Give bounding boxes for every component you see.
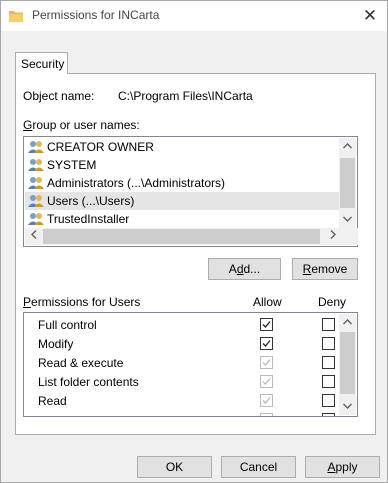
- add-button[interactable]: Add...: [208, 258, 281, 280]
- user-group-icon: [28, 195, 44, 207]
- ok-button[interactable]: OK: [137, 456, 212, 478]
- allow-checkbox[interactable]: [260, 413, 273, 416]
- close-button[interactable]: ✕: [357, 4, 383, 28]
- deny-checkbox[interactable]: [322, 337, 335, 350]
- scroll-left-icon[interactable]: [25, 228, 42, 245]
- permissions-vscroll[interactable]: [339, 314, 356, 415]
- object-name-label: Object name:: [23, 89, 95, 103]
- deny-checkbox[interactable]: [322, 356, 335, 369]
- allow-checkbox[interactable]: [260, 337, 273, 350]
- group-names-label-rest: roup or user names:: [32, 118, 140, 132]
- allow-checkbox[interactable]: [260, 318, 273, 331]
- user-listbox[interactable]: CREATOR OWNER SYSTEM Administrators (...\A…: [23, 136, 358, 247]
- permission-name: Read & execute: [38, 356, 124, 370]
- user-list-item[interactable]: SYSTEM: [25, 156, 340, 174]
- user-list-item-label: CREATOR OWNER: [47, 140, 154, 154]
- permission-name: Read: [38, 394, 67, 408]
- deny-checkbox[interactable]: [322, 394, 335, 407]
- deny-checkbox[interactable]: [322, 318, 335, 331]
- close-icon: ✕: [362, 6, 378, 25]
- permission-row: Read: [24, 391, 339, 410]
- permission-name: List folder contents: [38, 375, 139, 389]
- user-group-icon: [28, 177, 44, 189]
- allow-header: Allow: [253, 295, 282, 309]
- user-list-item[interactable]: Users (...\Users): [25, 192, 340, 210]
- permission-row: List folder contents: [24, 372, 339, 391]
- permission-name: Modify: [38, 337, 74, 351]
- cancel-button-label: Cancel: [239, 460, 278, 474]
- permission-row: Full control: [24, 315, 339, 334]
- tab-security[interactable]: Security: [15, 52, 68, 74]
- group-names-label-accel: G: [23, 118, 33, 132]
- remove-button[interactable]: Remove: [292, 258, 358, 280]
- deny-header: Deny: [318, 295, 347, 309]
- allow-checkbox[interactable]: [260, 375, 273, 388]
- apply-button-label: Apply: [327, 460, 358, 474]
- remove-button-label: Remove: [302, 262, 348, 276]
- permissions-vscroll-thumb[interactable]: [340, 332, 355, 394]
- user-list-vscroll[interactable]: [339, 138, 356, 228]
- scroll-down-icon[interactable]: [339, 211, 356, 228]
- folder-icon: [9, 11, 23, 22]
- user-list-item-label: Users (...\Users): [47, 194, 135, 208]
- permissions-label: Permissions for Users: [23, 295, 141, 309]
- permissions-list[interactable]: Full control Modify Read & execute List fol…: [23, 312, 358, 417]
- tab-security-label: Security: [21, 57, 65, 71]
- user-group-icon: [28, 213, 44, 225]
- scroll-right-icon[interactable]: [324, 228, 341, 245]
- permission-row: Modify: [24, 334, 339, 353]
- permission-row-partial: [24, 410, 339, 416]
- permissions-dialog: Permissions for INCarta ✕ Security Objec…: [0, 0, 388, 483]
- group-names-label: Group or user names:: [23, 118, 140, 132]
- title-bar[interactable]: Permissions for INCarta ✕: [1, 1, 387, 31]
- user-list-item[interactable]: TrustedInstaller: [25, 210, 340, 228]
- user-list-vscroll-thumb[interactable]: [340, 158, 355, 208]
- user-list-item-label: TrustedInstaller: [47, 212, 130, 226]
- user-group-icon: [28, 159, 44, 171]
- apply-button[interactable]: Apply: [305, 456, 380, 478]
- user-list-item[interactable]: CREATOR OWNER: [25, 138, 340, 156]
- deny-checkbox[interactable]: [322, 375, 335, 388]
- cancel-button[interactable]: Cancel: [221, 456, 296, 478]
- allow-checkbox[interactable]: [260, 394, 273, 407]
- permissions-scroll-down-icon[interactable]: [339, 398, 356, 415]
- object-name-value: C:\Program Files\INCarta: [118, 89, 253, 103]
- scroll-up-icon[interactable]: [339, 138, 356, 155]
- user-list-hscroll-thumb[interactable]: [43, 229, 320, 244]
- permission-row: Read & execute: [24, 353, 339, 372]
- user-list-item[interactable]: Administrators (...\Administrators): [25, 174, 340, 192]
- user-list-item-label: SYSTEM: [47, 158, 97, 172]
- deny-checkbox[interactable]: [322, 413, 335, 416]
- add-button-label: Add...: [228, 262, 261, 276]
- allow-checkbox[interactable]: [260, 356, 273, 369]
- window-title: Permissions for INCarta: [32, 8, 160, 22]
- user-list-hscroll[interactable]: [25, 228, 358, 245]
- permissions-scroll-up-icon[interactable]: [339, 314, 356, 331]
- user-group-icon: [28, 141, 44, 153]
- ok-button-label: OK: [165, 460, 184, 474]
- user-list-item-label: Administrators (...\Administrators): [47, 176, 226, 190]
- permission-name: Full control: [38, 318, 97, 332]
